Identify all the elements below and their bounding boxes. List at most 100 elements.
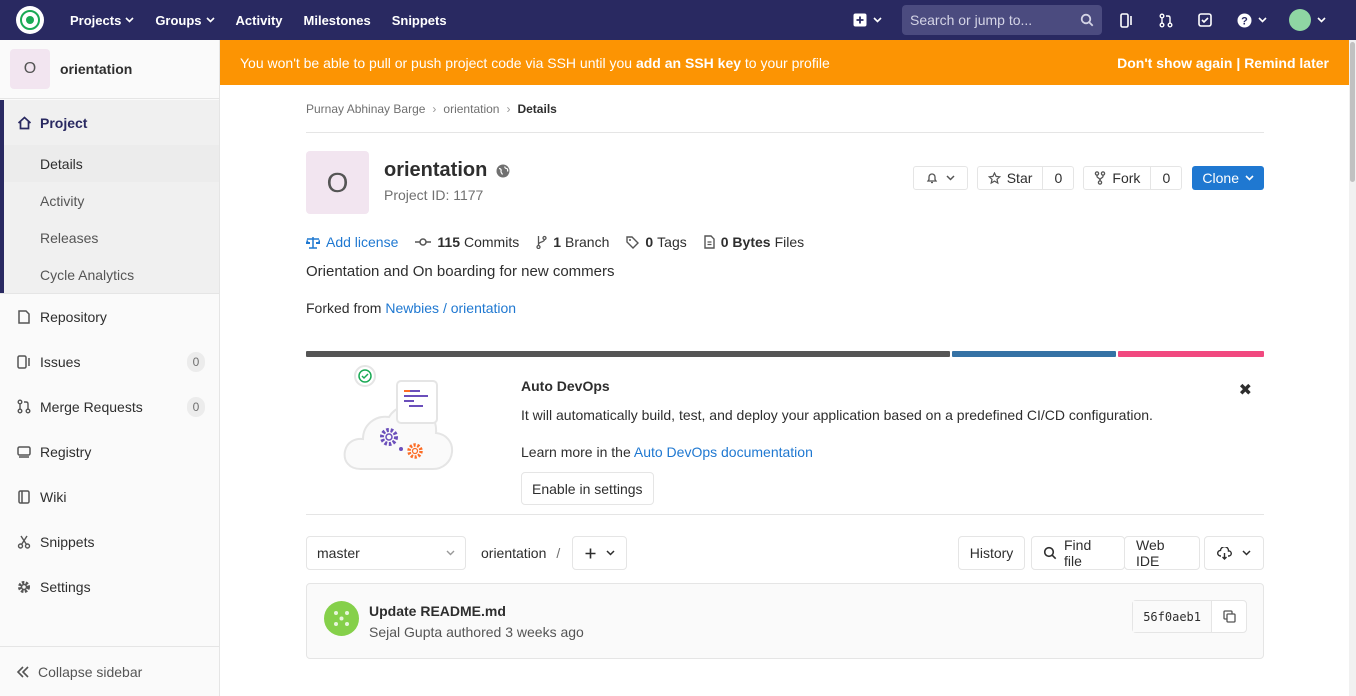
help-icon: ? [1237,13,1252,27]
banner-actions: Don't show again | Remind later [1117,54,1329,71]
breadcrumb-user[interactable]: Purnay Abhinay Barge [306,102,425,116]
nav-projects[interactable]: Projects [70,13,134,28]
fork-icon [1095,171,1106,185]
avatar [1289,9,1311,31]
scrollbar[interactable] [1349,40,1356,696]
project-id: Project ID: 1177 [384,187,484,203]
repo-path-root[interactable]: orientation [481,545,546,561]
breadcrumb-project[interactable]: orientation [443,102,499,116]
copy-sha-button[interactable] [1212,601,1246,632]
chevron-down-icon [1242,550,1251,556]
scale-icon [306,236,320,249]
notification-dropdown[interactable] [912,166,968,190]
chevron-down-icon [605,550,615,556]
file-icon [704,235,715,249]
merge-requests-nav[interactable] [1159,13,1173,28]
search-icon [1043,546,1057,560]
sidebar-item-settings[interactable]: Settings [0,564,219,609]
files-size[interactable]: 0 Bytes Files [704,234,804,250]
collapse-sidebar-button[interactable]: Collapse sidebar [0,646,220,696]
sidebar-item-cycle-analytics[interactable]: Cycle Analytics [4,256,219,293]
sidebar-toggle[interactable] [1120,12,1134,28]
commit-icon [415,237,432,247]
commits-link[interactable]: 115 Commits [415,234,519,250]
merge-requests-count-badge: 0 [187,397,205,417]
sidebar-item-repository[interactable]: Repository [0,294,219,339]
chevron-down-icon [1245,175,1254,181]
add-ssh-key-link[interactable]: add an SSH key [636,55,741,71]
star-count[interactable]: 0 [1043,167,1073,189]
sidebar-item-registry[interactable]: Registry [0,429,219,474]
svg-text:?: ? [1241,15,1248,27]
repository-toolbar: master orientation / History Find file W… [306,536,1264,570]
fork-button[interactable]: Fork [1084,167,1152,189]
new-dropdown[interactable] [853,13,882,27]
chevron-down-icon [446,550,455,556]
book-icon [16,489,32,505]
last-commit-panel: Update README.md Sejal Gupta authored 3 … [306,583,1264,659]
star-button[interactable]: Star [978,167,1044,189]
project-title: orientation [384,159,510,182]
user-dropdown[interactable] [1289,9,1326,31]
download-dropdown[interactable] [1204,536,1264,570]
history-button[interactable]: History [958,536,1025,570]
nav-activity[interactable]: Activity [236,13,283,28]
copy-icon [1222,610,1236,623]
find-file-button[interactable]: Find file [1031,536,1125,570]
project-avatar: O [306,151,369,214]
top-navbar: Projects Groups Activity Milestones Snip… [0,0,1356,40]
commit-sha[interactable]: 56f0aeb1 [1133,601,1212,632]
clone-dropdown[interactable]: Clone [1192,166,1264,190]
sidebar-item-project[interactable]: Project [4,100,219,145]
nav-groups[interactable]: Groups [155,13,215,28]
doc-icon [16,309,32,325]
sidebar-item-merge-requests[interactable]: Merge Requests 0 [0,384,219,429]
sidebar-item-wiki[interactable]: Wiki [0,474,219,519]
todos-nav[interactable] [1198,13,1212,27]
add-license-link[interactable]: Add license [306,234,398,250]
remind-later-link[interactable]: Remind later [1244,55,1329,71]
gear-icon [16,579,32,595]
branches-link[interactable]: 1 Branch [536,234,609,250]
container-icon [16,444,32,460]
nav-milestones[interactable]: Milestones [304,13,371,28]
plus-icon [585,548,595,558]
branch-icon [536,235,547,249]
auto-devops-illustration [343,365,454,470]
tags-link[interactable]: 0 Tags [626,234,687,250]
sidebar-item-details[interactable]: Details [4,145,219,182]
auto-devops-title: Auto DevOps [521,378,610,394]
search-input[interactable]: Search or jump to... [902,5,1102,35]
sidebar-item-issues[interactable]: Issues 0 [0,339,219,384]
branch-selector[interactable]: master [306,536,466,570]
globe-icon [496,164,510,177]
nav-links: Projects Groups Activity Milestones Snip… [70,13,468,28]
sidebar-item-activity[interactable]: Activity [4,182,219,219]
commit-meta: Sejal Gupta authored 3 weeks ago [369,624,584,640]
auto-devops-docs-link[interactable]: Auto DevOps documentation [634,444,813,460]
logo[interactable] [16,6,44,34]
home-icon [16,115,32,131]
cloud-download-icon [1217,546,1232,560]
sidebar-item-releases[interactable]: Releases [4,219,219,256]
chevron-down-icon [873,17,882,23]
repo-path: orientation / [481,545,561,561]
issues-count-badge: 0 [187,352,205,372]
fork-count[interactable]: 0 [1151,167,1181,189]
avatar[interactable] [324,601,359,636]
close-icon[interactable]: ✖ [1239,380,1252,400]
web-ide-button[interactable]: Web IDE [1124,536,1200,570]
nav-snippets[interactable]: Snippets [392,13,447,28]
add-to-tree-dropdown[interactable] [572,536,627,570]
sidebar-item-snippets[interactable]: Snippets [0,519,219,564]
project-actions: Star 0 Fork 0 Clone [912,166,1264,190]
dont-show-again-link[interactable]: Don't show again [1117,55,1232,71]
commit-title[interactable]: Update README.md [369,603,506,619]
enable-in-settings-button[interactable]: Enable in settings [521,472,654,505]
breadcrumb-details[interactable]: Details [517,102,556,116]
sidebar-project-header[interactable]: O orientation [0,40,219,99]
tag-icon [626,235,640,249]
commit-author[interactable]: Sejal Gupta [369,624,442,640]
help-dropdown[interactable]: ? [1237,13,1267,28]
forked-from-link[interactable]: Newbies / orientation [385,300,516,316]
